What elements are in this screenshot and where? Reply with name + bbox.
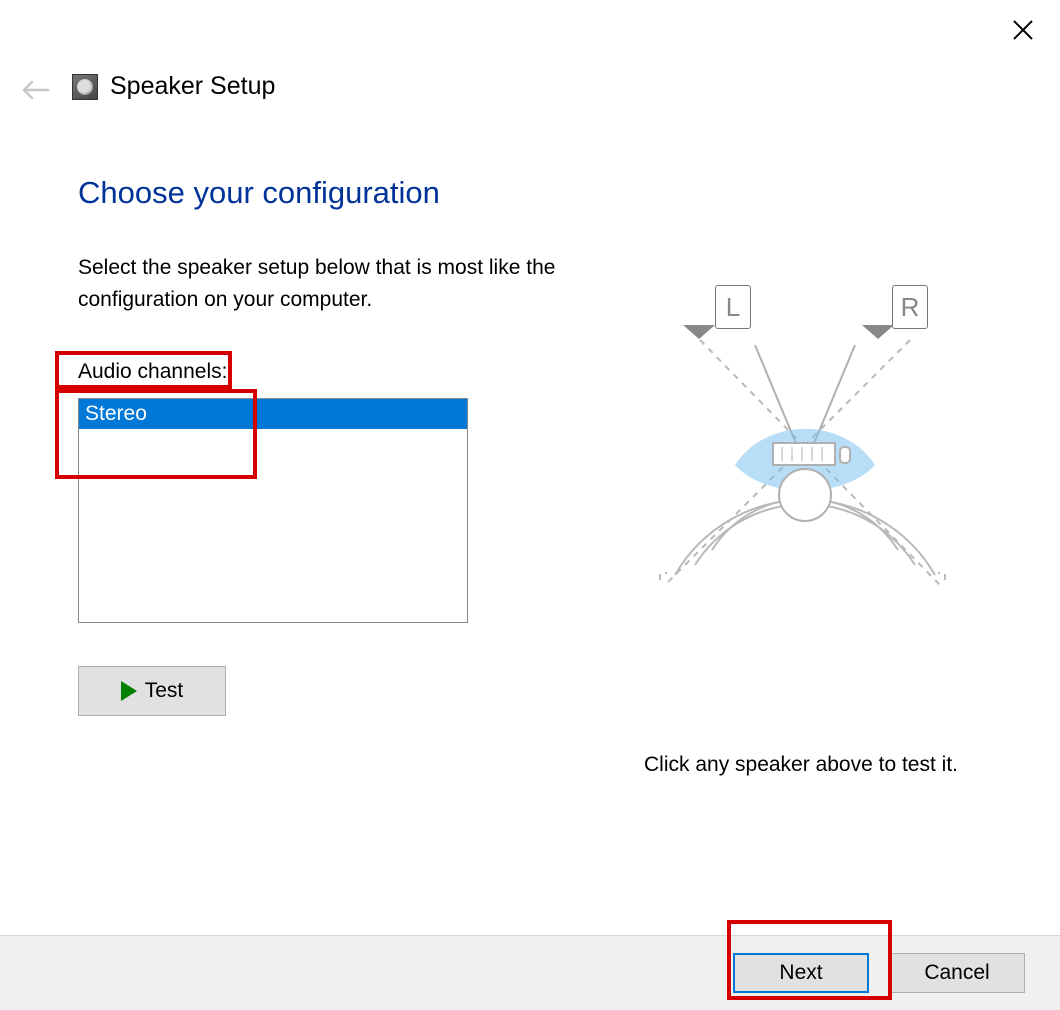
- speaker-right-cone-icon: [862, 325, 894, 339]
- next-button[interactable]: Next: [733, 953, 869, 993]
- play-icon: [121, 681, 137, 701]
- speaker-left[interactable]: L: [715, 285, 751, 329]
- instruction-text: Select the speaker setup below that is m…: [78, 252, 578, 315]
- back-button[interactable]: [22, 80, 50, 100]
- close-icon: [1011, 18, 1035, 42]
- speaker-right[interactable]: R: [892, 285, 928, 329]
- test-button-label: Test: [145, 679, 184, 703]
- test-button[interactable]: Test: [78, 666, 226, 716]
- audio-channels-list[interactable]: Stereo: [78, 398, 468, 623]
- diagram-hint: Click any speaker above to test it.: [644, 753, 958, 777]
- window-title-row: Speaker Setup: [72, 72, 275, 101]
- back-arrow-icon: [22, 80, 50, 100]
- speaker-left-cone-icon: [683, 325, 715, 339]
- window-title: Speaker Setup: [110, 72, 275, 101]
- speaker-diagram: L R: [640, 285, 970, 615]
- audio-channel-option-stereo[interactable]: Stereo: [79, 399, 467, 429]
- speaker-icon: [72, 74, 98, 100]
- page-heading: Choose your configuration: [78, 175, 440, 211]
- audio-channels-label: Audio channels:: [78, 360, 227, 384]
- close-button[interactable]: [1008, 15, 1038, 45]
- cancel-button[interactable]: Cancel: [889, 953, 1025, 993]
- dialog-button-bar: Next Cancel: [0, 935, 1060, 1010]
